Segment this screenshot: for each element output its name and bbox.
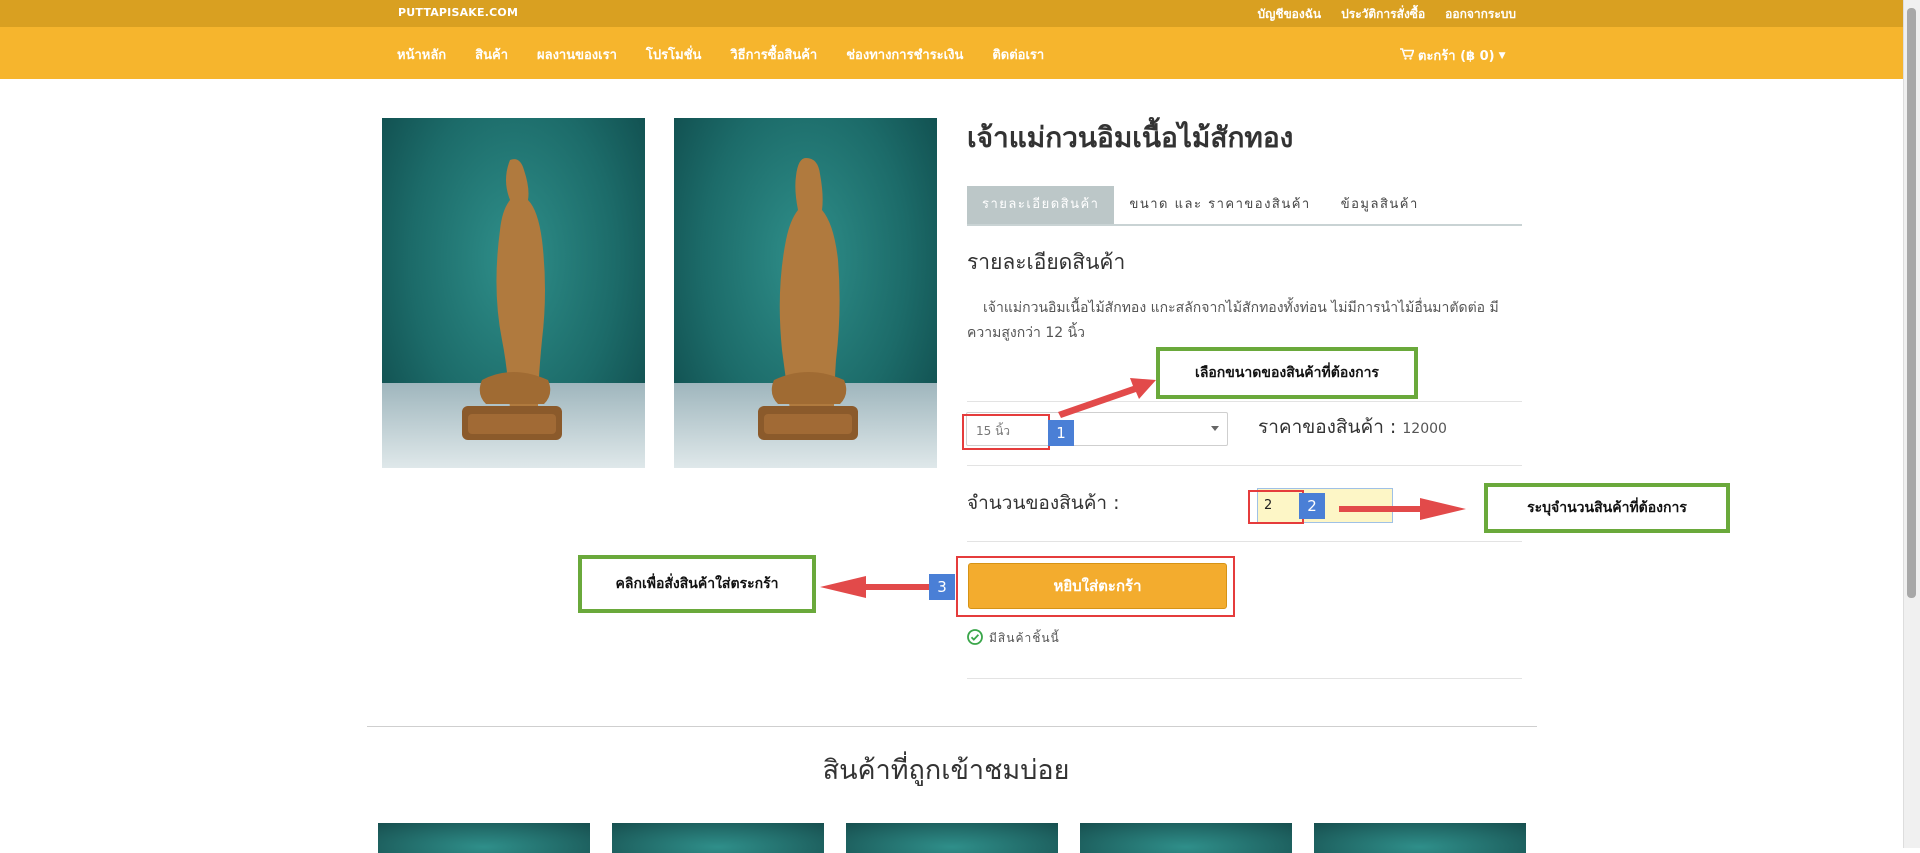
main-nav: หน้าหลัก สินค้า ผลงานของเรา โปรโมชั่น วิ… [0, 27, 1904, 79]
popular-product-thumb[interactable] [846, 823, 1058, 853]
stock-status: มีสินค้าชิ้นนี้ [967, 629, 1060, 648]
stock-text: มีสินค้าชิ้นนี้ [989, 631, 1060, 645]
caret-down-icon: ▼ [1498, 50, 1506, 61]
nav-promotions[interactable]: โปรโมชั่น [646, 44, 701, 65]
highlight-add-to-cart [956, 556, 1235, 617]
quantity-label: จำนวนของสินค้า : [967, 492, 1120, 514]
callout-select-size: เลือกขนาดของสินค้าที่ต้องการ [1156, 347, 1418, 399]
highlight-quantity-input [1248, 490, 1304, 524]
cart-icon [1400, 47, 1415, 64]
chevron-down-icon [1211, 426, 1219, 431]
popular-product-thumb[interactable] [1080, 823, 1292, 853]
account-links: บัญชีของฉัน ประวัติการสั่งซื้อ ออกจากระบ… [1257, 5, 1516, 24]
popular-product-thumb[interactable] [612, 823, 824, 853]
popular-product-thumb[interactable] [378, 823, 590, 853]
top-bar: PUTTAPISAKE.COM บัญชีของฉัน ประวัติการสั… [0, 0, 1904, 27]
popular-products-heading: สินค้าที่ถูกเข้าชมบ่อย [822, 755, 1070, 786]
step-badge-3: 3 [929, 574, 955, 600]
logout-link[interactable]: ออกจากระบบ [1445, 5, 1516, 24]
order-history-link[interactable]: ประวัติการสั่งซื้อ [1341, 5, 1425, 24]
step-badge-1: 1 [1048, 420, 1074, 446]
nav-products[interactable]: สินค้า [475, 44, 508, 65]
price-row: ราคาของสินค้า : 12000 [1258, 412, 1447, 442]
details-heading: รายละเอียดสินค้า [967, 250, 1126, 274]
site-brand[interactable]: PUTTAPISAKE.COM [398, 6, 518, 19]
callout-quantity: ระบุจำนวนสินค้าที่ต้องการ [1484, 483, 1730, 533]
tab-info[interactable]: ข้อมูลสินค้า [1326, 186, 1434, 224]
price-label: ราคาของสินค้า : [1258, 416, 1397, 438]
highlight-size-select [962, 414, 1050, 450]
page-scrollbar[interactable] [1903, 0, 1920, 848]
statue-back-figure [758, 158, 858, 440]
product-image-back[interactable] [674, 118, 937, 468]
my-account-link[interactable]: บัญชีของฉัน [1257, 5, 1321, 24]
product-title: เจ้าแม่กวนอิมเนื้อไม้สักทอง [967, 121, 1294, 154]
cart-label: ตะกร้า (฿ 0) [1418, 49, 1495, 64]
statue-front-figure [462, 159, 562, 440]
scrollbar-thumb[interactable] [1907, 8, 1916, 598]
nav-portfolio[interactable]: ผลงานของเรา [537, 44, 617, 65]
section-divider [367, 726, 1537, 727]
popular-product-thumb[interactable] [1314, 823, 1526, 853]
check-circle-icon [967, 629, 983, 648]
nav-contact[interactable]: ติดต่อเรา [992, 44, 1044, 65]
nav-home[interactable]: หน้าหลัก [397, 44, 446, 65]
price-value: 12000 [1402, 421, 1447, 437]
product-description: เจ้าแม่กวนอิมเนื้อไม้สักทอง แกะสลักจากไม… [967, 300, 1499, 341]
divider [967, 401, 1522, 402]
cart-dropdown[interactable]: ตะกร้า (฿ 0) ▼ [1400, 45, 1506, 66]
callout-add-to-cart: คลิกเพื่อสั่งสินค้าใส่ตระกร้า [578, 555, 816, 613]
arrow-left-icon [820, 576, 929, 598]
divider [967, 541, 1522, 542]
annotation-arrows [820, 378, 1466, 598]
tab-size-price[interactable]: ขนาด และ ราคาของสินค้า [1114, 186, 1325, 224]
divider [967, 465, 1522, 466]
product-image-front[interactable] [382, 118, 645, 468]
tab-details[interactable]: รายละเอียดสินค้า [967, 186, 1115, 224]
nav-payment[interactable]: ช่องทางการชำระเงิน [846, 44, 963, 65]
step-badge-2: 2 [1299, 493, 1325, 519]
product-tabs: รายละเอียดสินค้า ขนาด และ ราคาของสินค้า … [967, 186, 1522, 226]
divider [967, 678, 1522, 679]
nav-how-to-buy[interactable]: วิธีการซื้อสินค้า [730, 44, 817, 65]
